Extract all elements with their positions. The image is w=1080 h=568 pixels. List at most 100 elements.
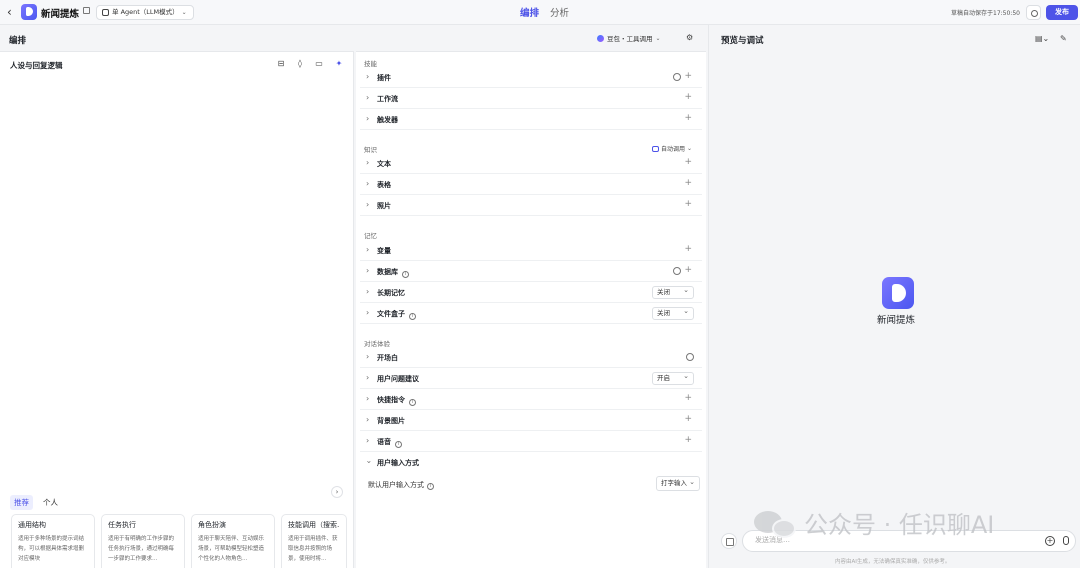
bulb-icon[interactable]: ◊ xyxy=(296,60,304,68)
add-icon[interactable]: + xyxy=(684,72,692,81)
add-icon[interactable]: + xyxy=(684,266,692,275)
chevron-right-icon: › xyxy=(366,394,370,403)
scroll-right-icon[interactable]: › xyxy=(331,486,343,498)
photo-row[interactable]: › 照片 + xyxy=(360,196,702,216)
card-desc: 适用于聊天陪伴、互动娱乐场景，可帮助模型轻松塑造个性化的人物角色… xyxy=(198,536,265,562)
file-box-select[interactable]: 关闭 xyxy=(652,306,694,320)
add-icon[interactable]: + xyxy=(684,245,692,254)
agent-icon xyxy=(102,9,109,16)
info-icon[interactable]: i xyxy=(427,483,434,490)
debug-icon[interactable]: ✎ xyxy=(1060,34,1067,43)
info-icon[interactable]: i xyxy=(402,271,409,278)
add-attachment-icon[interactable]: + xyxy=(1045,536,1055,546)
clear-chat-button[interactable] xyxy=(721,533,737,549)
database-row[interactable]: › 数据库 i + xyxy=(360,262,702,282)
auto-icon[interactable] xyxy=(673,267,681,275)
card-desc: 适用于有明确的工作步骤的任务执行场景，通过明确每一步骤的工作要求… xyxy=(108,536,175,562)
long-memory-row[interactable]: › 长期记忆 关闭 xyxy=(360,283,702,303)
auto-icon[interactable] xyxy=(673,73,681,81)
microphone-icon[interactable] xyxy=(1063,536,1069,545)
row-label: 用户问题建议 xyxy=(377,375,419,383)
model-selector[interactable]: 豆包・工具调用 ⌄ xyxy=(597,33,661,43)
model-label: 豆包・工具调用 xyxy=(607,35,653,43)
row-label: 变量 xyxy=(377,247,391,255)
chevron-right-icon: › xyxy=(366,72,370,81)
template-card[interactable]: 任务执行 适用于有明确的工作步骤的任务执行场景，通过明确每一步骤的工作要求… xyxy=(101,514,185,568)
row-label: 背景图片 xyxy=(377,417,405,425)
row-label: 文件盒子 i xyxy=(377,309,416,320)
history-button[interactable] xyxy=(1026,5,1041,20)
save-status: 草稿自动保存于17:50:50 xyxy=(951,10,1020,17)
suggestion-select[interactable]: 开启 xyxy=(652,371,694,385)
chevron-down-icon: ⌄ xyxy=(686,145,692,152)
add-icon[interactable]: + xyxy=(684,179,692,188)
template-card[interactable]: 技能调用（搜索… 适用于调用插件、获取信息并按照的场景，使用时将… xyxy=(281,514,347,568)
add-icon[interactable]: + xyxy=(684,415,692,424)
info-icon[interactable]: i xyxy=(395,441,402,448)
app-title: 新闻提炼 xyxy=(41,9,80,20)
chevron-right-icon: › xyxy=(366,308,370,317)
chevron-right-icon: › xyxy=(366,373,370,382)
ai-optimize-icon[interactable]: ✦ xyxy=(335,60,343,68)
opening-row[interactable]: › 开场白 xyxy=(360,348,702,368)
edit-icon[interactable] xyxy=(83,7,90,14)
card-desc: 适用于多种场景的提示词结构，可以根据具体需求增删对应模块 xyxy=(18,536,85,562)
prompt-library-icon[interactable]: ⊟ xyxy=(277,60,285,68)
chevron-right-icon: › xyxy=(366,179,370,188)
tab-personal[interactable]: 个人 xyxy=(39,495,62,510)
add-icon[interactable]: + xyxy=(684,394,692,403)
info-icon[interactable]: i xyxy=(409,313,416,320)
row-label: 表格 xyxy=(377,181,391,189)
table-row[interactable]: › 表格 + xyxy=(360,175,702,195)
auto-call-icon xyxy=(651,145,659,152)
trigger-row[interactable]: › 触发器 + xyxy=(360,110,702,130)
add-icon[interactable]: + xyxy=(684,114,692,123)
auto-icon[interactable] xyxy=(686,353,694,361)
chevron-down-icon: › xyxy=(364,460,374,464)
template-card[interactable]: 通用结构 适用于多种场景的提示词结构，可以根据具体需求增删对应模块 xyxy=(11,514,95,568)
voice-row[interactable]: › 语音 i + xyxy=(360,432,702,452)
default-input-select[interactable]: 打字输入 xyxy=(656,476,700,491)
add-icon[interactable]: + xyxy=(684,158,692,167)
tab-recommended[interactable]: 推荐 xyxy=(10,495,33,510)
chevron-right-icon: › xyxy=(366,266,370,275)
add-icon[interactable]: + xyxy=(684,200,692,209)
suggestion-row[interactable]: › 用户问题建议 开启 xyxy=(360,369,702,389)
row-label: 开场白 xyxy=(377,354,398,362)
file-box-row[interactable]: › 文件盒子 i 关闭 xyxy=(360,304,702,324)
persona-panel: 人设与回复逻辑 ⊟ ◊ ▭ ✦ 推荐 个人 通用结构 适用于多种场景的提示词结构… xyxy=(0,51,354,568)
auto-call-dropdown[interactable]: 自动调用 ⌄ xyxy=(651,144,692,153)
shortcut-row[interactable]: › 快捷指令 i + xyxy=(360,390,702,410)
background-row[interactable]: › 背景图片 + xyxy=(360,411,702,431)
top-bar: ‹ 新闻提炼 单 Agent（LLM模式） ⌄ 编排 分析 草稿自动保存于17:… xyxy=(0,0,1080,25)
workflow-row[interactable]: › 工作流 + xyxy=(360,89,702,109)
variable-row[interactable]: › 变量 + xyxy=(360,241,702,261)
watermark: 公众号 · 任识聊AI xyxy=(754,505,994,540)
text-row[interactable]: › 文本 + xyxy=(360,154,702,174)
group-memory-label: 记忆 xyxy=(364,232,377,240)
bot-avatar-icon xyxy=(882,277,914,309)
group-skill-label: 技能 xyxy=(364,60,377,68)
settings-grid-icon[interactable]: ⚙ xyxy=(686,33,693,42)
tab-analysis[interactable]: 分析 xyxy=(550,5,569,19)
long-memory-select[interactable]: 关闭 xyxy=(652,285,694,299)
row-label: 插件 xyxy=(377,74,391,82)
template-card[interactable]: 角色扮演 适用于聊天陪伴、互动娱乐场景，可帮助模型轻松塑造个性化的人物角色… xyxy=(191,514,275,568)
publish-button[interactable]: 发布 xyxy=(1046,5,1078,20)
layout-icon[interactable]: ▤⌄ xyxy=(1035,34,1049,43)
template-tabs: 推荐 个人 xyxy=(10,495,62,510)
add-icon[interactable]: + xyxy=(684,93,692,102)
expand-icon[interactable]: ▭ xyxy=(315,60,323,68)
agent-mode-dropdown[interactable]: 单 Agent（LLM模式） ⌄ xyxy=(96,5,194,20)
tab-arrange[interactable]: 编排 xyxy=(520,5,539,19)
plugin-row[interactable]: › 插件 + xyxy=(360,68,702,88)
back-arrow-icon[interactable]: ‹ xyxy=(7,5,19,19)
user-input-row[interactable]: › 用户输入方式 xyxy=(360,453,702,473)
persona-title: 人设与回复逻辑 xyxy=(10,61,63,70)
add-icon[interactable]: + xyxy=(684,436,692,445)
row-label: 长期记忆 xyxy=(377,289,405,297)
app-logo-icon xyxy=(21,4,37,20)
chevron-right-icon: › xyxy=(366,93,370,102)
info-icon[interactable]: i xyxy=(409,399,416,406)
preview-panel: 预览与调试 ▤⌄ ✎ 新闻提炼 + 内容由AI生成，无法确保真实准确，仅供参考。 xyxy=(708,25,1080,568)
